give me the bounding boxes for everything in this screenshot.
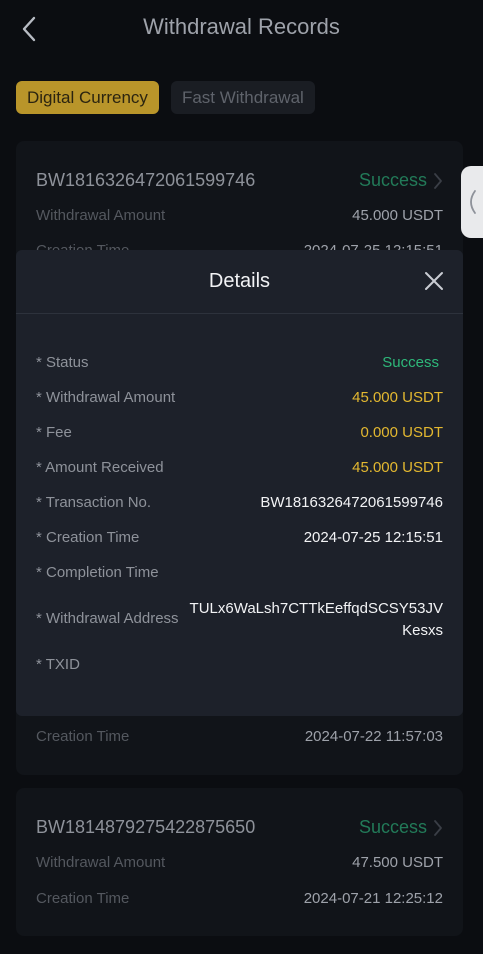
order-number: BW1816326472061599746 (36, 170, 256, 190)
parenthesis-icon (470, 190, 476, 214)
modal-title: Details (208, 270, 271, 292)
side-drawer-handle[interactable] (461, 166, 483, 238)
amount-value: 47.500 USDT (352, 854, 443, 871)
fee-value: 0.000 USDT (360, 424, 443, 441)
modal-header: Details (16, 250, 463, 314)
creation-time-label: Creation Time (36, 890, 130, 907)
order-number: BW1814879275422875650 (36, 817, 256, 837)
creation-time-value: 2024-07-22 11:57:03 (304, 728, 443, 745)
amount-value: 45.000 USDT (352, 207, 443, 224)
transaction-no-label: * Transaction No. (36, 494, 152, 511)
amount-received-label: * Amount Received (36, 459, 164, 476)
creation-time-label: * Creation Time (36, 529, 140, 546)
tab-digital-currency[interactable]: Digital Currency (16, 81, 159, 114)
fee-label: * Fee (36, 424, 72, 441)
tab-bar: Digital Currency Fast Withdrawal (16, 81, 315, 114)
amount-label: Withdrawal Amount (36, 854, 166, 871)
amount-received-value: 45.000 USDT (352, 459, 443, 476)
top-bar: Withdrawal Records (0, 0, 483, 60)
creation-time-label: Creation Time (36, 728, 130, 745)
withdrawal-amount-value: 45.000 USDT (352, 389, 443, 406)
withdrawal-amount-label: * Withdrawal Amount (36, 389, 176, 406)
tab-fast-withdrawal[interactable]: Fast Withdrawal (170, 81, 315, 114)
chevron-right-icon (434, 172, 442, 189)
page-title: Withdrawal Records (143, 14, 340, 39)
record-card[interactable]: BW1814879275422875650 Success Withdrawal… (16, 788, 463, 936)
withdrawal-address-value[interactable]: TULx6WaLsh7CTTkEeffqdSCSY53JVKesxs (181, 598, 443, 642)
close-icon (425, 272, 443, 290)
completion-time-label: * Completion Time (36, 564, 159, 581)
withdrawal-address-label: * Withdrawal Address (36, 610, 179, 627)
status-value: Success (382, 354, 439, 371)
status-label: * Status (36, 354, 89, 371)
status-label: Success (358, 170, 427, 190)
status-link[interactable]: Success (359, 170, 443, 191)
chevron-right-icon (434, 819, 442, 836)
txid-label: * TXID (36, 656, 80, 673)
amount-label: Withdrawal Amount (36, 207, 166, 224)
creation-time-value: 2024-07-21 12:25:12 (303, 890, 443, 907)
transaction-no-value: BW1816326472061599746 (260, 494, 443, 511)
creation-time-value: 2024-07-25 12:15:51 (303, 529, 443, 546)
details-modal: Details * Status Success * Withdrawal Am… (16, 250, 463, 716)
status-link[interactable]: Success (359, 817, 443, 838)
close-button[interactable] (421, 268, 447, 294)
status-label: Success (358, 817, 427, 837)
